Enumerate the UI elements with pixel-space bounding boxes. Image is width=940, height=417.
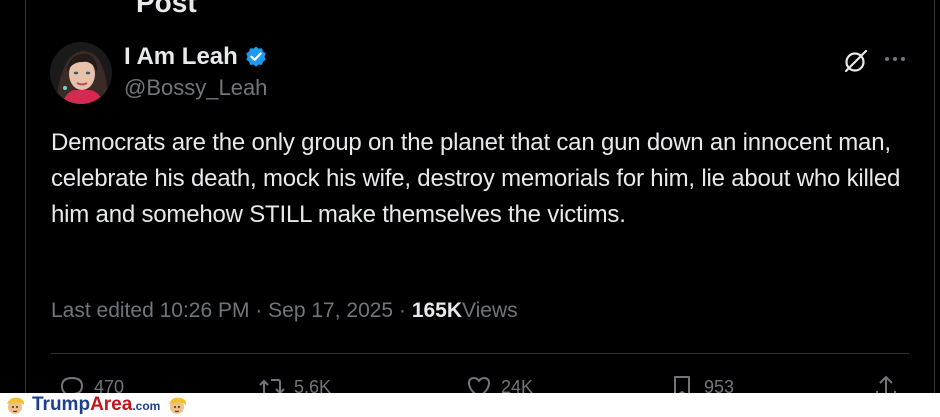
meta-separator: · (255, 299, 263, 322)
like-count: 24K (501, 377, 534, 393)
meta-separator-2: · (398, 299, 406, 322)
watermark-text: TrumpArea.com (32, 394, 160, 417)
tweet-time[interactable]: 10:26 PM (160, 299, 250, 322)
more-icon[interactable] (882, 48, 908, 74)
reply-button[interactable]: 470 (58, 373, 124, 393)
watermark-trump: Trump (32, 393, 91, 415)
like-icon (468, 377, 490, 393)
post-detail-view: Post I Am Leah @Bossy_Leah Democrats are… (0, 0, 940, 393)
verified-badge-icon (246, 46, 266, 67)
reply-count: 470 (94, 377, 125, 393)
page-title: Post (136, 0, 197, 18)
views-label: Views (462, 299, 518, 322)
share-icon (876, 375, 896, 393)
repost-button[interactable]: 5.6K (258, 373, 331, 393)
tweet-date[interactable]: Sep 17, 2025 (268, 299, 393, 322)
watermark-bar: TrumpArea.com (0, 393, 940, 417)
avatar[interactable] (50, 42, 112, 104)
author-handle[interactable]: @Bossy_Leah (124, 75, 267, 101)
trump-caricature-icon-2 (169, 397, 187, 414)
share-button[interactable] (872, 373, 900, 393)
tweet-meta: Last edited 10:26 PM · Sep 17, 2025 · 16… (51, 296, 518, 326)
like-button[interactable]: 24K (465, 373, 533, 393)
reply-icon (61, 377, 83, 393)
repost-icon (259, 379, 285, 393)
bookmark-count: 953 (704, 377, 735, 393)
bookmark-button[interactable]: 953 (668, 373, 734, 393)
tweet-text: Democrats are the only group on the plan… (51, 129, 901, 228)
views-count: 165K (411, 299, 463, 322)
author-display-name[interactable]: I Am Leah (124, 42, 238, 72)
back-arrow-icon[interactable] (52, 0, 80, 8)
author-name-row[interactable]: I Am Leah (124, 42, 268, 72)
repost-count: 5.6K (294, 377, 332, 393)
watermark-area: Area (90, 393, 133, 415)
watermark-com: .com (132, 398, 161, 413)
grok-icon[interactable] (843, 48, 869, 74)
bookmark-icon (674, 376, 690, 393)
divider (51, 353, 909, 354)
trump-caricature-icon (7, 397, 25, 414)
column-border-right (934, 0, 935, 393)
edited-label[interactable]: Last edited (51, 299, 154, 322)
column-border-left (25, 0, 26, 393)
avatar-image (50, 42, 112, 104)
watermark-logo: TrumpArea.com (4, 394, 188, 416)
